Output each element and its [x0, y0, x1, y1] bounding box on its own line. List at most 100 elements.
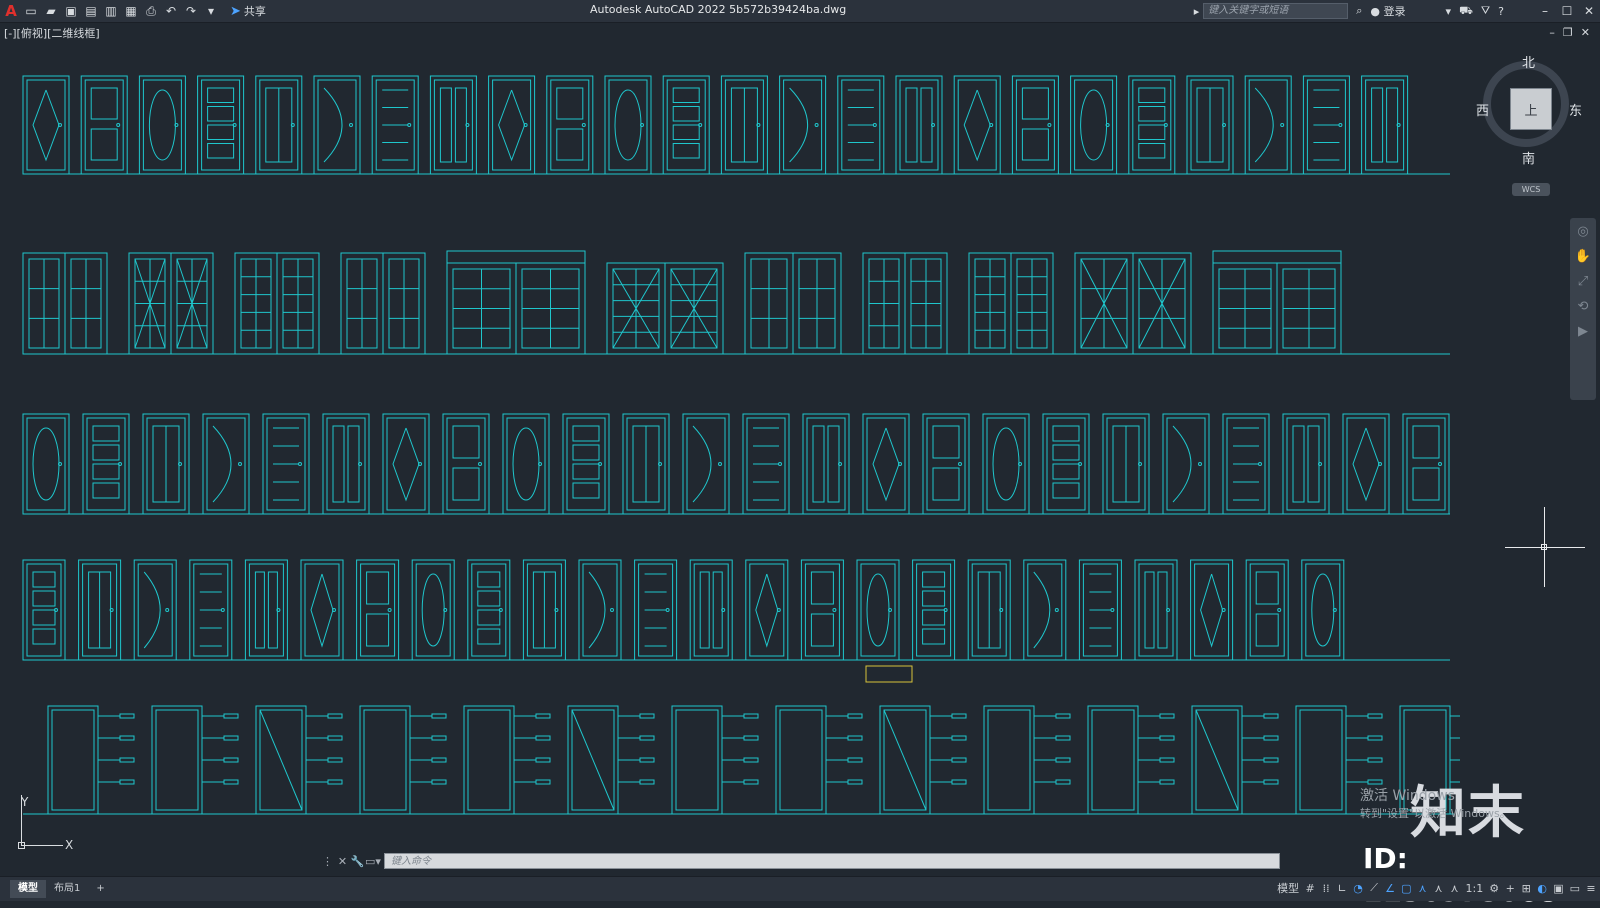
save-icon[interactable]: ▣	[62, 2, 80, 20]
door-r3-13-leaf	[749, 563, 785, 657]
login-dropdown-icon[interactable]: ▾	[1446, 5, 1452, 18]
door-r4-2-glass-diag	[259, 709, 303, 811]
object-snap-icon[interactable]: ▢	[1401, 882, 1411, 895]
door-r3-7-leaf	[415, 563, 451, 657]
tab-layout1[interactable]: 布局1	[46, 880, 88, 898]
undo-icon[interactable]: ↶	[162, 2, 180, 20]
door-r3-19-handle	[1110, 608, 1115, 612]
command-close-icon[interactable]: ✕	[335, 855, 350, 868]
door-r3-6-panel-bottom	[366, 613, 390, 647]
showmotion-icon[interactable]: ▶	[1578, 324, 1588, 339]
search-expand-icon[interactable]: ▸	[1194, 5, 1200, 18]
redo-icon[interactable]: ↷	[182, 2, 200, 20]
door-r0-18-handle	[1105, 123, 1110, 127]
share-button[interactable]: ➤ 共享	[230, 3, 266, 19]
help-icon[interactable]: ?	[1498, 5, 1504, 18]
door-r0-5-leaf	[317, 79, 357, 171]
command-grip-icon[interactable]: ⋮	[320, 855, 335, 868]
zoom-extents-icon[interactable]: ⤢	[1578, 274, 1588, 289]
door-r4-0-body	[47, 705, 99, 815]
door-r0-10-oval	[614, 89, 642, 161]
tab-model[interactable]: 模型	[10, 880, 46, 898]
annotation-monitor-icon[interactable]: +	[1505, 882, 1515, 895]
door-r4-6-tag-0	[743, 713, 759, 719]
open-file-icon[interactable]: ▰	[42, 2, 60, 20]
door-r0-11-panel-1	[672, 106, 700, 122]
door-r0-11-panel-2	[672, 124, 700, 140]
annotation-scale-icon[interactable]: ⋏	[1449, 882, 1459, 895]
compass-west[interactable]: 西	[1476, 100, 1489, 119]
wcs-menu[interactable]: WCS	[1512, 183, 1550, 196]
door-r4-4-inner	[467, 709, 511, 811]
search-icon[interactable]: ⌕	[1356, 4, 1362, 18]
ortho-icon[interactable]: ∟	[1337, 882, 1347, 895]
autocad-logo-icon[interactable]: A	[0, 0, 22, 22]
door-r3-0-panel-1	[32, 590, 56, 607]
status-bar: 模型 布局1 + 模型 # ⁞⁞ ∟ ◔ ⟋ ∠ ▢ ⋏ ⋏ ⋏ 1:1 ⚙ +…	[0, 876, 1600, 901]
model-space-toggle[interactable]: 模型	[1277, 880, 1299, 896]
cart-icon[interactable]: ⛟	[1459, 4, 1473, 19]
door-r0-13-leaf	[783, 79, 823, 171]
compass-north[interactable]: 北	[1522, 52, 1535, 71]
grid-icon[interactable]: #	[1305, 882, 1315, 895]
door-r0-0-diamond	[32, 89, 60, 162]
publish-icon[interactable]: ▦	[122, 2, 140, 20]
viewcube-top-face[interactable]: 上	[1510, 88, 1552, 130]
viewcube[interactable]: 上 北 南 西 东	[1476, 56, 1582, 167]
customization-menu-icon[interactable]: ≡	[1586, 882, 1596, 895]
door-r4-3-tag-1	[431, 735, 447, 741]
orbit-icon[interactable]: ⟲	[1578, 299, 1589, 314]
door-r4-12-tag-3	[1367, 779, 1383, 785]
customize-dropdown-icon[interactable]: ▾	[202, 2, 220, 20]
door-r0-15-frame	[895, 75, 943, 175]
print-icon[interactable]: ⎙	[142, 2, 160, 20]
door-r4-3-tag-0	[431, 713, 447, 719]
auto-scale-icon[interactable]: ⋏	[1433, 882, 1443, 895]
door-r2-13-left-panel	[812, 425, 825, 503]
graphics-performance-icon[interactable]: ▣	[1553, 882, 1563, 895]
snap-icon[interactable]: ⁞⁞	[1321, 882, 1331, 895]
new-file-icon[interactable]: ▭	[22, 2, 40, 20]
clean-screen-icon[interactable]: ▭	[1570, 882, 1580, 895]
door-r0-17-panel-bottom	[1021, 128, 1049, 161]
close-icon[interactable]: ✕	[1578, 4, 1600, 18]
compass-south[interactable]: 南	[1522, 148, 1535, 167]
units-icon[interactable]: ⊞	[1521, 882, 1531, 895]
annotation-scale-value[interactable]: 1:1	[1465, 882, 1483, 895]
door-r3-13-handle	[776, 608, 781, 612]
door-r2-8-oval	[512, 427, 540, 501]
door-r2-19-handle	[1198, 462, 1202, 466]
isolate-objects-icon[interactable]: ◐	[1537, 882, 1547, 895]
autodesk-app-icon[interactable]: ⛛	[1481, 4, 1490, 18]
cad-drawing-canvas[interactable]	[0, 38, 1460, 838]
window-title: Autodesk AutoCAD 2022 5b572b39424ba.dwg	[590, 3, 847, 16]
save-as-icon[interactable]: ▤	[82, 2, 100, 20]
door-r3-0-panel-0	[32, 571, 56, 588]
door-r4-4-tag-3	[535, 779, 551, 785]
minimize-icon[interactable]: –	[1534, 4, 1556, 18]
steering-wheel-icon[interactable]: ◎	[1577, 224, 1588, 239]
door-r0-17-frame	[1011, 75, 1059, 175]
maximize-icon[interactable]: ☐	[1556, 4, 1578, 18]
annotation-visibility-icon[interactable]: ⋏	[1417, 882, 1427, 895]
command-input[interactable]: 键入命令	[384, 853, 1280, 869]
login-button[interactable]: ● 登录	[1370, 3, 1405, 19]
compass-east[interactable]: 东	[1569, 100, 1582, 119]
door-r3-2-leaf	[137, 563, 173, 657]
door-r0-3-panel-0	[207, 87, 235, 103]
object-snap-tracking-icon[interactable]: ∠	[1385, 882, 1395, 895]
workspace-gear-icon[interactable]: ⚙	[1489, 882, 1499, 895]
search-input[interactable]: 键入关键字或短语	[1203, 3, 1349, 19]
viewport-restore-icon[interactable]: ❐	[1563, 26, 1573, 39]
pan-icon[interactable]: ✋	[1575, 249, 1591, 264]
plot-icon[interactable]: ▥	[102, 2, 120, 20]
tab-add-layout[interactable]: +	[88, 880, 112, 898]
door-r3-6-frame	[356, 559, 400, 661]
recent-commands-icon[interactable]: ▭▾	[365, 855, 381, 868]
command-customize-icon[interactable]: 🔧	[350, 855, 365, 868]
viewport-minimize-icon[interactable]: –	[1549, 26, 1555, 39]
door-r2-9-panel-3	[572, 482, 600, 499]
polar-tracking-icon[interactable]: ◔	[1353, 882, 1363, 895]
isodraft-icon[interactable]: ⟋	[1369, 881, 1379, 895]
viewport-close-icon[interactable]: ✕	[1581, 26, 1590, 39]
